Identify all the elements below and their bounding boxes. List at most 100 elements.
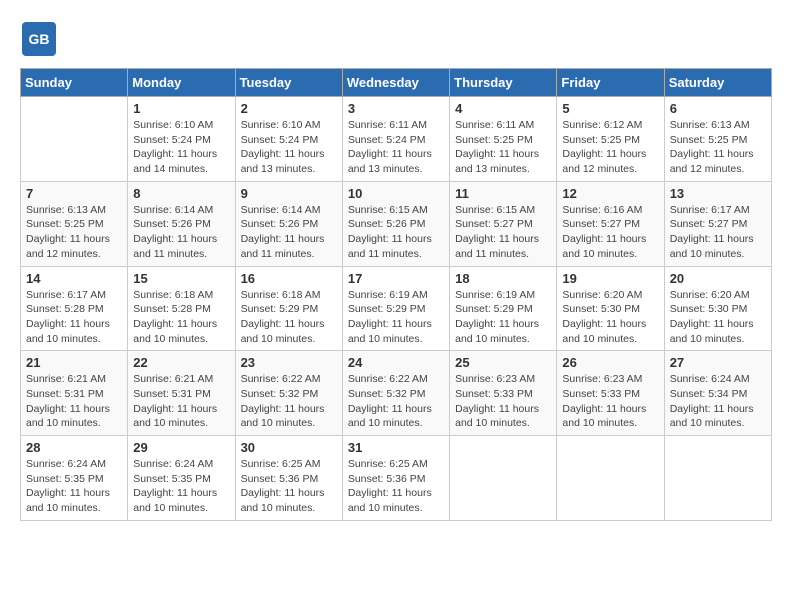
day-info: Sunrise: 6:20 AM Sunset: 5:30 PM Dayligh… xyxy=(670,288,766,347)
calendar-cell: 11 Sunrise: 6:15 AM Sunset: 5:27 PM Dayli… xyxy=(450,181,557,266)
day-info: Sunrise: 6:13 AM Sunset: 5:25 PM Dayligh… xyxy=(26,203,122,262)
calendar-cell: 30Sunrise: 6:25 AM Sunset: 5:36 PM Dayli… xyxy=(235,436,342,521)
day-number: 26 xyxy=(562,355,658,370)
day-info: Sunrise: 6:10 AM Sunset: 5:24 PM Dayligh… xyxy=(133,118,229,177)
day-info: Sunrise: 6:12 AM Sunset: 5:25 PM Dayligh… xyxy=(562,118,658,177)
day-info: Sunrise: 6:15 AM Sunset: 5:26 PM Dayligh… xyxy=(348,203,444,262)
calendar-body: 1 Sunrise: 6:10 AM Sunset: 5:24 PM Daylig… xyxy=(21,97,772,521)
day-number: 28 xyxy=(26,440,122,455)
day-info: Sunrise: 6:20 AM Sunset: 5:30 PM Dayligh… xyxy=(562,288,658,347)
logo-icon: GB xyxy=(20,20,58,58)
day-number: 17 xyxy=(348,271,444,286)
day-info: Sunrise: 6:22 AM Sunset: 5:32 PM Dayligh… xyxy=(348,372,444,431)
calendar-cell: 4 Sunrise: 6:11 AM Sunset: 5:25 PM Daylig… xyxy=(450,97,557,182)
day-info: Sunrise: 6:11 AM Sunset: 5:24 PM Dayligh… xyxy=(348,118,444,177)
day-number: 16 xyxy=(241,271,337,286)
day-info: Sunrise: 6:10 AM Sunset: 5:24 PM Dayligh… xyxy=(241,118,337,177)
day-info: Sunrise: 6:17 AM Sunset: 5:27 PM Dayligh… xyxy=(670,203,766,262)
day-info: Sunrise: 6:19 AM Sunset: 5:29 PM Dayligh… xyxy=(348,288,444,347)
day-number: 5 xyxy=(562,101,658,116)
day-info: Sunrise: 6:14 AM Sunset: 5:26 PM Dayligh… xyxy=(241,203,337,262)
calendar-cell: 2Sunrise: 6:10 AM Sunset: 5:24 PM Daylig… xyxy=(235,97,342,182)
calendar-cell: 26 Sunrise: 6:23 AM Sunset: 5:33 PM Dayli… xyxy=(557,351,664,436)
day-number: 15 xyxy=(133,271,229,286)
day-number: 21 xyxy=(26,355,122,370)
day-info: Sunrise: 6:16 AM Sunset: 5:27 PM Dayligh… xyxy=(562,203,658,262)
calendar-cell xyxy=(664,436,771,521)
calendar-cell: 24Sunrise: 6:22 AM Sunset: 5:32 PM Dayli… xyxy=(342,351,449,436)
day-info: Sunrise: 6:22 AM Sunset: 5:32 PM Dayligh… xyxy=(241,372,337,431)
day-info: Sunrise: 6:15 AM Sunset: 5:27 PM Dayligh… xyxy=(455,203,551,262)
day-number: 7 xyxy=(26,186,122,201)
logo: GB xyxy=(20,20,62,58)
day-number: 25 xyxy=(455,355,551,370)
calendar-week-1: 1 Sunrise: 6:10 AM Sunset: 5:24 PM Daylig… xyxy=(21,97,772,182)
calendar-cell: 10 Sunrise: 6:15 AM Sunset: 5:26 PM Dayli… xyxy=(342,181,449,266)
calendar-cell: 7 Sunrise: 6:13 AM Sunset: 5:25 PM Daylig… xyxy=(21,181,128,266)
weekday-header-sunday: Sunday xyxy=(21,69,128,97)
weekday-header-saturday: Saturday xyxy=(664,69,771,97)
calendar-cell: 6 Sunrise: 6:13 AM Sunset: 5:25 PM Daylig… xyxy=(664,97,771,182)
calendar-cell xyxy=(450,436,557,521)
day-info: Sunrise: 6:24 AM Sunset: 5:35 PM Dayligh… xyxy=(26,457,122,516)
calendar-cell: 21Sunrise: 6:21 AM Sunset: 5:31 PM Dayli… xyxy=(21,351,128,436)
calendar-week-4: 21 Sunrise: 6:21 AM Sunset: 5:31 PM Dayli… xyxy=(21,351,772,436)
calendar-cell: 14 Sunrise: 6:17 AM Sunset: 5:28 PM Dayli… xyxy=(21,266,128,351)
day-info: Sunrise: 6:19 AM Sunset: 5:29 PM Dayligh… xyxy=(455,288,551,347)
day-info: Sunrise: 6:25 AM Sunset: 5:36 PM Dayligh… xyxy=(348,457,444,516)
weekday-header-friday: Friday xyxy=(557,69,664,97)
calendar-cell: 22Sunrise: 6:21 AM Sunset: 5:31 PM Dayli… xyxy=(128,351,235,436)
calendar-cell: 23 Sunrise: 6:22 AM Sunset: 5:32 PM Dayli… xyxy=(235,351,342,436)
day-number: 23 xyxy=(241,355,337,370)
day-number: 3 xyxy=(348,101,444,116)
day-number: 31 xyxy=(348,440,444,455)
day-number: 11 xyxy=(455,186,551,201)
day-info: Sunrise: 6:13 AM Sunset: 5:25 PM Dayligh… xyxy=(670,118,766,177)
calendar-cell: 3 Sunrise: 6:11 AM Sunset: 5:24 PM Daylig… xyxy=(342,97,449,182)
weekday-header-monday: Monday xyxy=(128,69,235,97)
day-info: Sunrise: 6:25 AM Sunset: 5:36 PM Dayligh… xyxy=(241,457,337,516)
day-number: 4 xyxy=(455,101,551,116)
day-info: Sunrise: 6:23 AM Sunset: 5:33 PM Dayligh… xyxy=(455,372,551,431)
calendar-cell xyxy=(21,97,128,182)
day-number: 6 xyxy=(670,101,766,116)
day-number: 10 xyxy=(348,186,444,201)
day-info: Sunrise: 6:11 AM Sunset: 5:25 PM Dayligh… xyxy=(455,118,551,177)
calendar-week-2: 7 Sunrise: 6:13 AM Sunset: 5:25 PM Daylig… xyxy=(21,181,772,266)
day-number: 14 xyxy=(26,271,122,286)
day-info: Sunrise: 6:23 AM Sunset: 5:33 PM Dayligh… xyxy=(562,372,658,431)
day-info: Sunrise: 6:21 AM Sunset: 5:31 PM Dayligh… xyxy=(133,372,229,431)
calendar-cell: 19 Sunrise: 6:20 AM Sunset: 5:30 PM Dayli… xyxy=(557,266,664,351)
calendar-week-3: 14 Sunrise: 6:17 AM Sunset: 5:28 PM Dayli… xyxy=(21,266,772,351)
day-info: Sunrise: 6:18 AM Sunset: 5:28 PM Dayligh… xyxy=(133,288,229,347)
calendar-cell: 20 Sunrise: 6:20 AM Sunset: 5:30 PM Dayli… xyxy=(664,266,771,351)
calendar-cell: 28 Sunrise: 6:24 AM Sunset: 5:35 PM Dayli… xyxy=(21,436,128,521)
calendar-cell: 31 Sunrise: 6:25 AM Sunset: 5:36 PM Dayli… xyxy=(342,436,449,521)
day-number: 8 xyxy=(133,186,229,201)
weekday-header-wednesday: Wednesday xyxy=(342,69,449,97)
calendar-cell: 17 Sunrise: 6:19 AM Sunset: 5:29 PM Dayli… xyxy=(342,266,449,351)
day-number: 1 xyxy=(133,101,229,116)
calendar-cell xyxy=(557,436,664,521)
day-number: 13 xyxy=(670,186,766,201)
day-info: Sunrise: 6:18 AM Sunset: 5:29 PM Dayligh… xyxy=(241,288,337,347)
calendar-header-row: SundayMondayTuesdayWednesdayThursdayFrid… xyxy=(21,69,772,97)
weekday-header-thursday: Thursday xyxy=(450,69,557,97)
day-info: Sunrise: 6:24 AM Sunset: 5:34 PM Dayligh… xyxy=(670,372,766,431)
day-info: Sunrise: 6:17 AM Sunset: 5:28 PM Dayligh… xyxy=(26,288,122,347)
svg-text:GB: GB xyxy=(29,31,50,47)
calendar-cell: 25 Sunrise: 6:23 AM Sunset: 5:33 PM Dayli… xyxy=(450,351,557,436)
day-number: 12 xyxy=(562,186,658,201)
day-info: Sunrise: 6:14 AM Sunset: 5:26 PM Dayligh… xyxy=(133,203,229,262)
calendar-table: SundayMondayTuesdayWednesdayThursdayFrid… xyxy=(20,68,772,521)
day-number: 27 xyxy=(670,355,766,370)
calendar-cell: 12 Sunrise: 6:16 AM Sunset: 5:27 PM Dayli… xyxy=(557,181,664,266)
day-number: 20 xyxy=(670,271,766,286)
day-number: 19 xyxy=(562,271,658,286)
calendar-cell: 16 Sunrise: 6:18 AM Sunset: 5:29 PM Dayli… xyxy=(235,266,342,351)
calendar-cell: 8 Sunrise: 6:14 AM Sunset: 5:26 PM Daylig… xyxy=(128,181,235,266)
day-info: Sunrise: 6:24 AM Sunset: 5:35 PM Dayligh… xyxy=(133,457,229,516)
day-number: 29 xyxy=(133,440,229,455)
calendar-cell: 1 Sunrise: 6:10 AM Sunset: 5:24 PM Daylig… xyxy=(128,97,235,182)
calendar-cell: 9Sunrise: 6:14 AM Sunset: 5:26 PM Daylig… xyxy=(235,181,342,266)
